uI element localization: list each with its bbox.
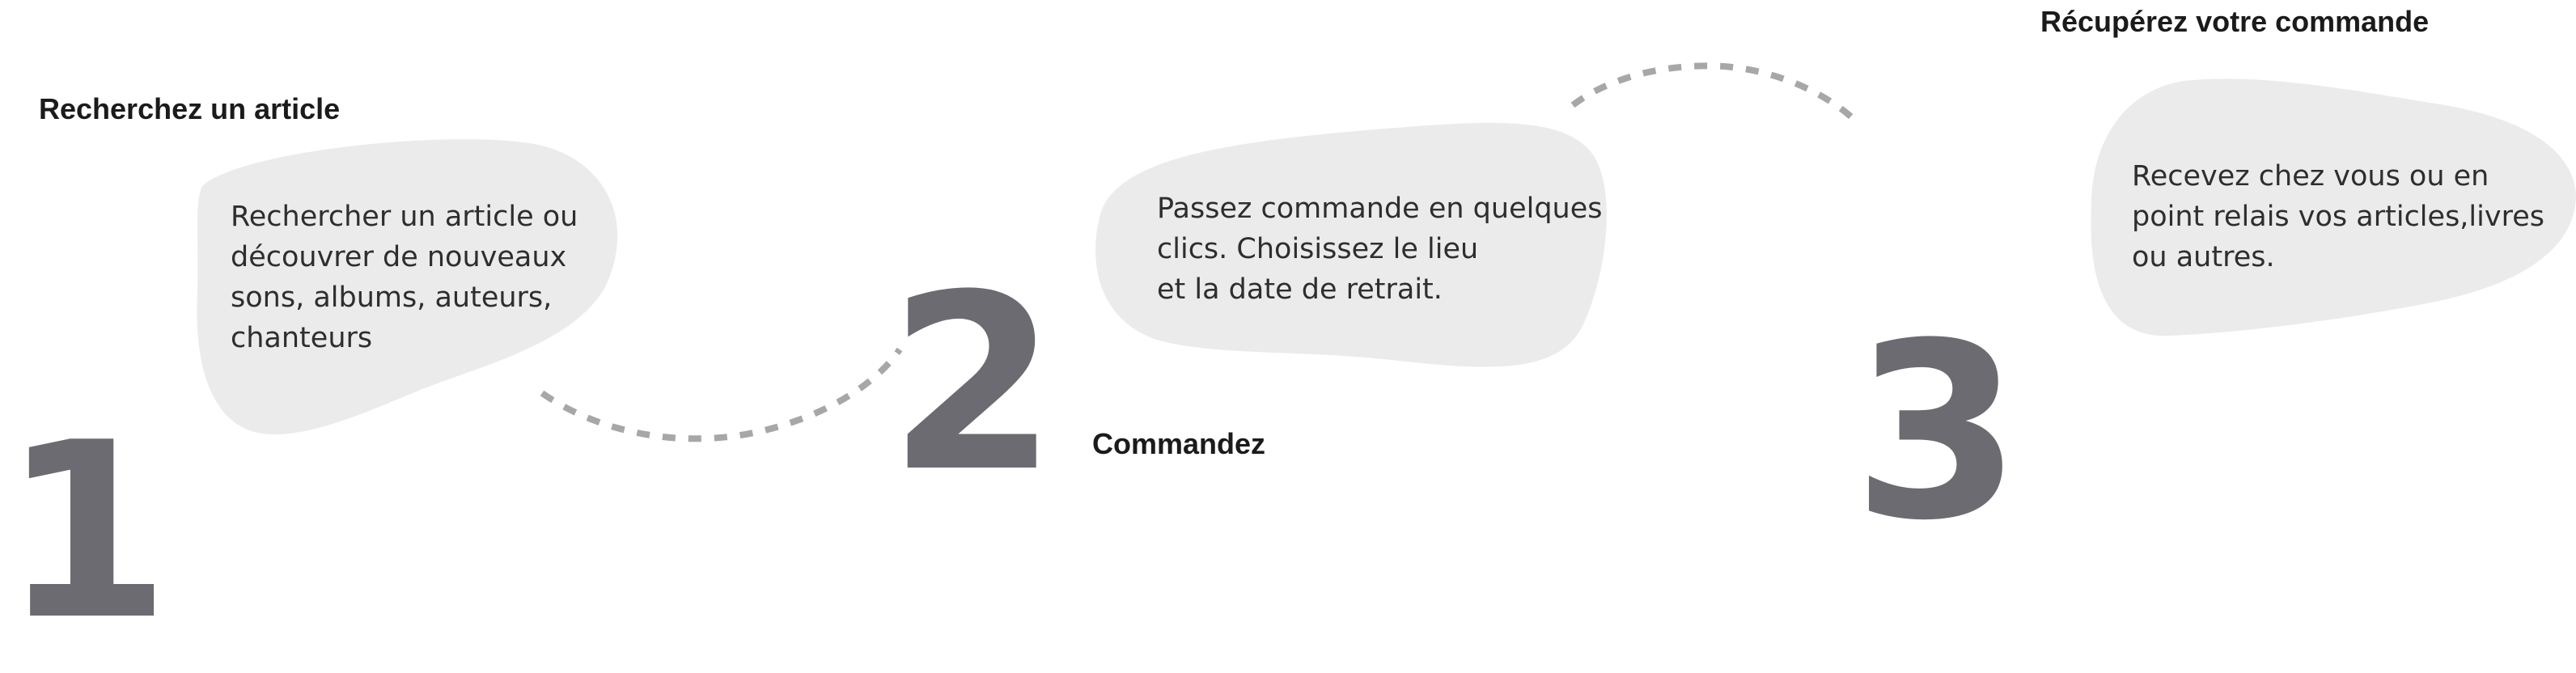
connector-1-2	[540, 347, 903, 442]
process-steps-diagram: Recherchez un article Rechercher un arti…	[0, 0, 2576, 654]
step-3-line: point relais vos articles,livres	[2132, 201, 2544, 233]
step-2-title: Commandez	[1092, 427, 1266, 460]
step-3-line: ou autres.	[2132, 241, 2275, 273]
step-1-number: 1	[2, 391, 171, 673]
step-1-line: sons, albums, auteurs,	[231, 281, 553, 314]
step-1-description: Rechercher un article ou découvrer de no…	[231, 197, 578, 358]
connector-2-3	[1570, 62, 1857, 122]
step-3-description: Recevez chez vous ou en point relais vos…	[2132, 156, 2544, 277]
step-2-description: Passez commande en quelques clics. Chois…	[1157, 188, 1603, 310]
step-1-line: Rechercher un article ou	[231, 201, 578, 233]
step-3-line: Recevez chez vous ou en	[2132, 160, 2489, 193]
step-2-line: Passez commande en quelques	[1157, 193, 1603, 225]
step-3-title: Récupérez votre commande	[2040, 5, 2430, 38]
step-1-line: découvrer de nouveaux	[231, 241, 567, 273]
step-1-title: Recherchez un article	[39, 92, 341, 125]
step-1-line: chanteurs	[231, 322, 373, 354]
step-3-number: 3	[1853, 291, 2022, 574]
step-2-line: et la date de retrait.	[1157, 273, 1443, 306]
step-2-number: 2	[888, 243, 1057, 525]
step-2-line: clics. Choisissez le lieu	[1157, 233, 1479, 265]
